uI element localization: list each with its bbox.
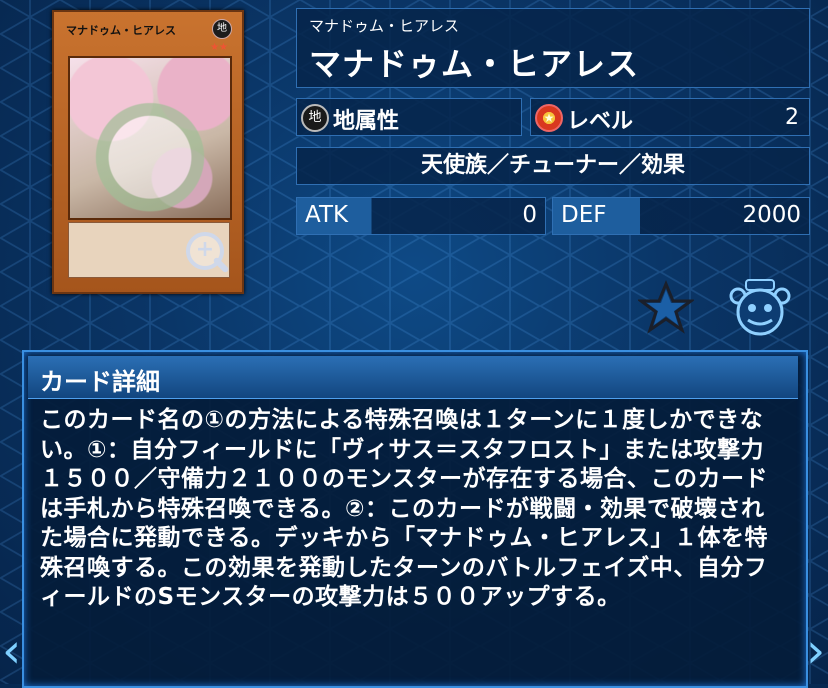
level-label: レベル [567, 109, 634, 134]
card-image-attribute: 地 [212, 19, 232, 39]
level-star-icon: ★ [535, 104, 563, 132]
favorite-star-button[interactable] [636, 280, 696, 336]
card-name-ruby: マナドゥム・ヒアレス [309, 17, 460, 35]
card-image-name: マナドゥム・ヒアレス [66, 24, 176, 37]
card-name: マナドゥム・ヒアレス [309, 45, 640, 83]
def-panel: DEF 2000 [552, 197, 810, 235]
def-value: 2000 [742, 202, 801, 228]
next-card-arrow[interactable]: › [806, 626, 826, 676]
card-artwork [68, 56, 232, 220]
level-value: 2 [785, 105, 799, 130]
atk-panel: ATK 0 [296, 197, 546, 235]
def-label: DEF [561, 202, 607, 228]
attribute-label: 地属性 [333, 109, 400, 134]
card-effect-text: このカード名の①の方法による特殊召喚は１ターンに１度しかできない。①：自分フィー… [40, 407, 769, 610]
type-panel: 天使族／チューナー／効果 [296, 147, 810, 185]
level-panel: ★ レベル 2 [530, 98, 810, 136]
atk-value: 0 [522, 202, 537, 228]
atk-label: ATK [305, 202, 349, 228]
attribute-panel: 地 地属性 [296, 98, 522, 136]
jar-button[interactable] [728, 274, 792, 338]
earth-attribute-icon: 地 [301, 104, 329, 132]
star-icon [636, 280, 696, 334]
card-title-panel: マナドゥム・ヒアレス マナドゥム・ヒアレス [296, 8, 810, 88]
card-detail-title: カード詳細 [40, 368, 160, 396]
jar-icon [729, 279, 791, 336]
monster-type: 天使族／チューナー／効果 [420, 153, 685, 178]
card-image-stars: ★★ [210, 42, 228, 53]
previous-card-arrow[interactable]: ‹ [2, 626, 22, 676]
card-detail-header: カード詳細 [28, 356, 798, 399]
